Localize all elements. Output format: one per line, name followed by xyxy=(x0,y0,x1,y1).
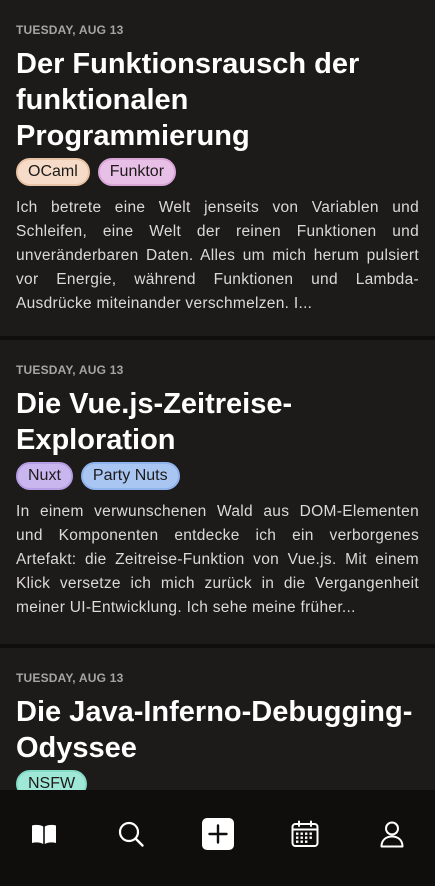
tag-chip[interactable]: Funktor xyxy=(97,158,177,186)
tab-new-entry[interactable] xyxy=(198,814,238,854)
post-date: TUESDAY, AUG 13 xyxy=(16,363,124,377)
bottom-tab-bar xyxy=(0,790,435,886)
post-title[interactable]: Der Funktionsrausch der funktionalen Pro… xyxy=(16,46,419,154)
tag-chip[interactable]: Nuxt xyxy=(16,462,73,490)
tab-calendar[interactable] xyxy=(285,814,325,854)
post-date: TUESDAY, AUG 13 xyxy=(16,671,124,685)
calendar-icon xyxy=(291,820,318,847)
post-card[interactable]: TUESDAY, AUG 13 Der Funktionsrausch der … xyxy=(0,0,435,340)
post-tags: OCaml Funktor xyxy=(16,158,419,186)
tab-profile[interactable] xyxy=(372,814,412,854)
plus-square-icon xyxy=(201,818,234,850)
post-card[interactable]: TUESDAY, AUG 13 Die Java-Inferno-Debuggi… xyxy=(0,648,435,790)
post-date: TUESDAY, AUG 13 xyxy=(16,23,124,37)
tab-search[interactable] xyxy=(111,814,151,854)
post-title[interactable]: Die Vue.js-Zeitreise-Exploration xyxy=(16,386,419,458)
app-screen: TUESDAY, AUG 13 Der Funktionsrausch der … xyxy=(0,0,435,886)
tag-chip[interactable]: Party Nuts xyxy=(80,462,180,490)
post-card[interactable]: TUESDAY, AUG 13 Die Vue.js-Zeitreise-Exp… xyxy=(0,340,435,648)
post-excerpt: Ich betrete eine Welt jenseits von Varia… xyxy=(16,199,419,312)
post-tags: Nuxt Party Nuts xyxy=(16,462,419,490)
tab-journal[interactable] xyxy=(24,814,64,854)
book-open-icon xyxy=(31,824,56,844)
post-title[interactable]: Die Java-Inferno-Debugging-Odyssee xyxy=(16,694,419,766)
tag-chip[interactable]: OCaml xyxy=(16,158,90,186)
post-tags: NSFW xyxy=(16,770,419,790)
search-icon xyxy=(118,821,144,847)
post-excerpt: In einem verwunschenen Wald aus DOM-Elem… xyxy=(16,503,419,616)
tag-chip[interactable]: NSFW xyxy=(16,770,88,790)
user-icon xyxy=(380,821,403,848)
post-feed[interactable]: TUESDAY, AUG 13 Der Funktionsrausch der … xyxy=(0,0,435,790)
